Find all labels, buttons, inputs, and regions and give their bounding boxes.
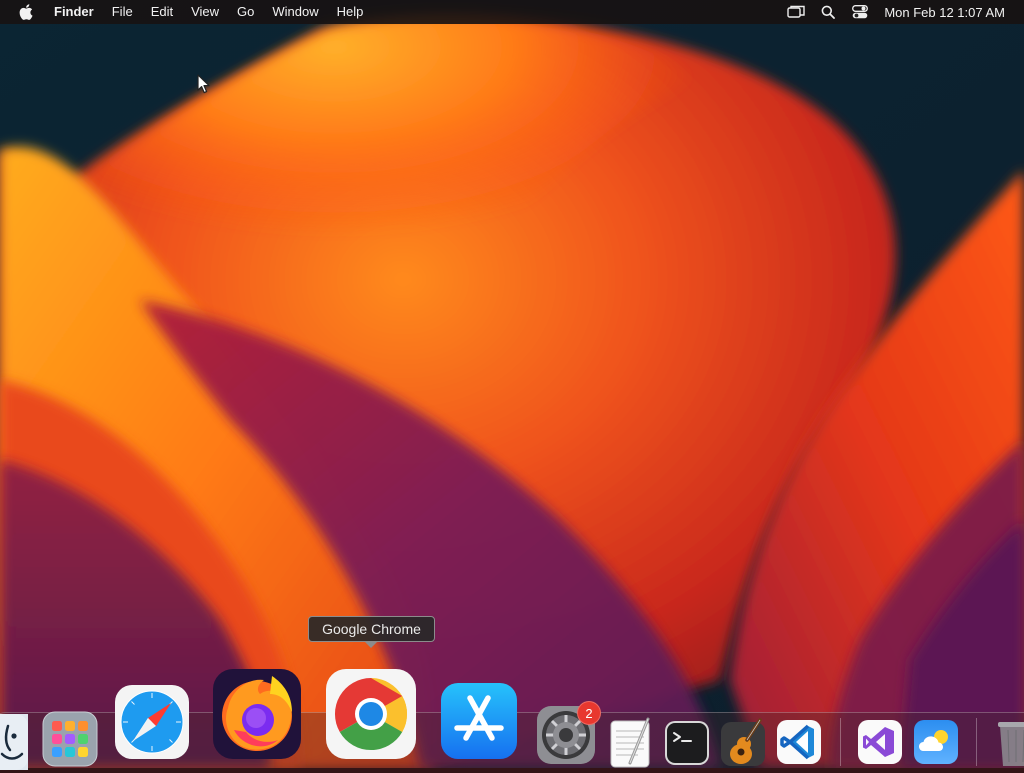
dock-safari-icon[interactable] xyxy=(114,684,190,760)
menu-edit[interactable]: Edit xyxy=(142,0,182,24)
dock-tooltip: Google Chrome xyxy=(308,616,435,642)
dock-launchpad-icon[interactable] xyxy=(42,711,98,767)
screen-mirroring-icon[interactable] xyxy=(786,0,806,24)
dock-vscode-icon[interactable] xyxy=(776,719,822,765)
menu-app-name[interactable]: Finder xyxy=(51,0,103,24)
apple-menu-icon[interactable] xyxy=(17,0,35,24)
dock-visual-studio-icon[interactable] xyxy=(857,719,903,765)
spotlight-search-icon[interactable] xyxy=(818,0,838,24)
dock-chrome-icon[interactable] xyxy=(325,668,417,760)
menu-help[interactable]: Help xyxy=(328,0,373,24)
dock-garageband-icon[interactable] xyxy=(720,718,766,768)
menu-bar-left: Finder File Edit View Go Window Help xyxy=(0,0,372,24)
menu-bar: Finder File Edit View Go Window Help Mon… xyxy=(0,0,1024,24)
dock-tooltip-arrow xyxy=(364,641,378,648)
dock-finder-icon[interactable] xyxy=(0,714,28,770)
dock-separator xyxy=(976,718,977,766)
desktop-wallpaper xyxy=(0,0,1024,768)
menu-view[interactable]: View xyxy=(182,0,228,24)
dock-separator xyxy=(840,718,841,766)
menu-go[interactable]: Go xyxy=(228,0,263,24)
menu-window[interactable]: Window xyxy=(263,0,327,24)
menu-bar-right: Mon Feb 12 1:07 AM xyxy=(786,0,1024,24)
menu-bar-clock[interactable]: Mon Feb 12 1:07 AM xyxy=(884,5,1005,20)
dock-app-store-icon[interactable] xyxy=(440,682,518,760)
control-center-icon[interactable] xyxy=(850,0,870,24)
dock-weather-icon[interactable] xyxy=(913,719,959,765)
mouse-cursor-icon xyxy=(197,74,211,99)
dock-trash-icon[interactable] xyxy=(996,718,1024,768)
dock-firefox-icon[interactable] xyxy=(212,668,302,760)
system-settings-badge: 2 xyxy=(577,701,601,725)
dock-textedit-icon[interactable] xyxy=(608,717,654,769)
dock-terminal-icon[interactable] xyxy=(664,720,710,766)
menu-file[interactable]: File xyxy=(103,0,142,24)
